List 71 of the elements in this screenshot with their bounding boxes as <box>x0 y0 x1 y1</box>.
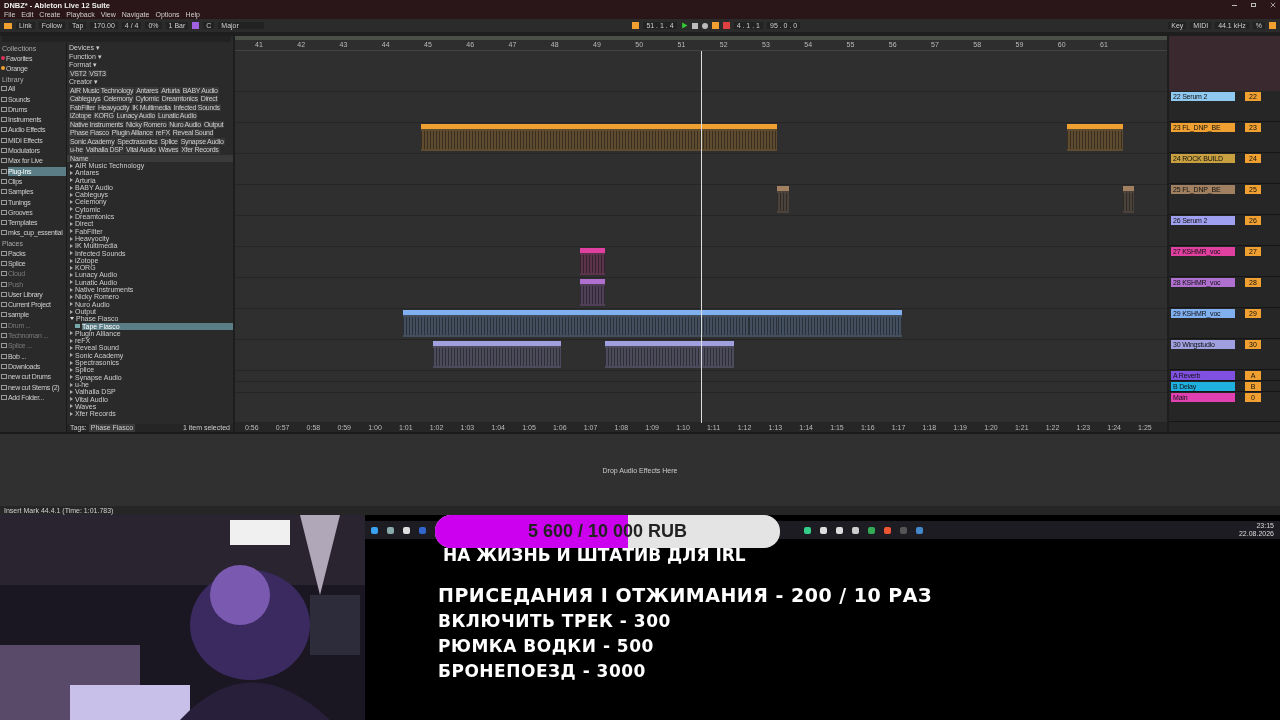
chevron-icon[interactable] <box>70 265 73 270</box>
chevron-icon[interactable] <box>70 411 73 416</box>
chevron-icon[interactable] <box>70 389 73 394</box>
chevron-icon[interactable] <box>70 338 73 343</box>
chevron-icon[interactable] <box>70 192 73 197</box>
audio-clip[interactable] <box>605 341 734 368</box>
app-icon[interactable] <box>387 526 394 534</box>
browser-toggle-icon[interactable] <box>4 22 12 29</box>
goal-amount: 5 600 / 10 000 RUB <box>527 521 688 542</box>
app-icon[interactable] <box>836 526 843 534</box>
app-icon[interactable] <box>868 526 875 534</box>
chevron-icon[interactable] <box>70 185 73 190</box>
audio-clip[interactable] <box>1067 124 1124 151</box>
chevron-icon[interactable] <box>70 273 73 278</box>
audio-clip[interactable] <box>777 186 789 213</box>
audio-clip[interactable] <box>402 310 903 337</box>
chevron-icon[interactable] <box>70 360 73 365</box>
chevron-icon[interactable] <box>70 200 73 205</box>
goal-description: НА ЖИЗНЬ И ШТАТИВ ДЛЯ IRL <box>443 545 747 565</box>
chevron-icon[interactable] <box>70 222 73 226</box>
chevron-icon[interactable] <box>70 229 73 234</box>
minimize-icon[interactable] <box>1232 4 1237 6</box>
chevron-icon[interactable] <box>70 353 73 358</box>
donation-option: ВКЛЮЧИТЬ ТРЕК - 300 <box>438 609 1280 634</box>
chevron-icon[interactable] <box>70 309 73 314</box>
app-icon[interactable] <box>804 526 811 534</box>
donation-option: РЮМКА ВОДКИ - 500 <box>438 634 1280 659</box>
audio-clip[interactable] <box>432 124 778 151</box>
chevron-icon[interactable] <box>70 397 73 402</box>
audio-clip[interactable] <box>421 124 433 151</box>
chevron-icon[interactable] <box>70 331 73 336</box>
chevron-icon[interactable] <box>70 287 73 292</box>
chevron-icon[interactable] <box>70 251 73 256</box>
chevron-icon[interactable] <box>70 243 73 248</box>
app-icon[interactable] <box>852 526 859 534</box>
chevron-icon[interactable] <box>70 404 73 409</box>
chevron-icon[interactable] <box>70 214 73 219</box>
audio-clip[interactable] <box>579 279 605 306</box>
automation-arm-icon[interactable] <box>722 22 730 29</box>
chevron-icon[interactable] <box>70 367 73 372</box>
record-icon[interactable] <box>701 22 708 29</box>
audio-clip[interactable] <box>432 341 562 368</box>
scale-icon[interactable] <box>192 22 200 29</box>
donation-option: БРОНЕПОЕЗД - 3000 <box>438 659 1280 684</box>
overdub-icon[interactable] <box>711 22 719 29</box>
chevron-icon[interactable] <box>70 382 73 387</box>
audio-clip[interactable] <box>748 310 778 337</box>
chevron-icon[interactable] <box>70 163 73 168</box>
donation-option: ПРИСЕДАНИЯ I ОТЖИМАНИЯ - 200 / 10 РАЗ <box>438 581 1280 609</box>
chevron-icon[interactable] <box>70 207 73 212</box>
chevron-icon[interactable] <box>70 170 73 175</box>
restore-icon[interactable] <box>1251 3 1256 7</box>
arrangement-record-icon[interactable] <box>632 22 640 29</box>
chevron-icon[interactable] <box>70 295 73 299</box>
chevron-icon[interactable] <box>70 302 73 307</box>
chevron-icon[interactable] <box>70 375 73 380</box>
stop-icon[interactable] <box>691 22 698 29</box>
chevron-icon[interactable] <box>70 346 73 351</box>
track-header[interactable] <box>1169 36 1280 91</box>
close-icon[interactable] <box>1270 2 1276 8</box>
chevron-icon[interactable] <box>70 258 73 263</box>
plugin-icon <box>75 324 80 329</box>
chevron-icon[interactable] <box>70 236 73 241</box>
chevron-icon[interactable] <box>70 280 73 285</box>
start-icon[interactable] <box>371 526 378 534</box>
audio-clip[interactable] <box>1123 186 1135 213</box>
app-icon[interactable] <box>403 526 410 534</box>
chevron-icon[interactable] <box>70 178 73 183</box>
audio-clip[interactable] <box>579 248 605 275</box>
play-icon[interactable] <box>680 22 688 29</box>
app-icon[interactable] <box>820 526 827 534</box>
